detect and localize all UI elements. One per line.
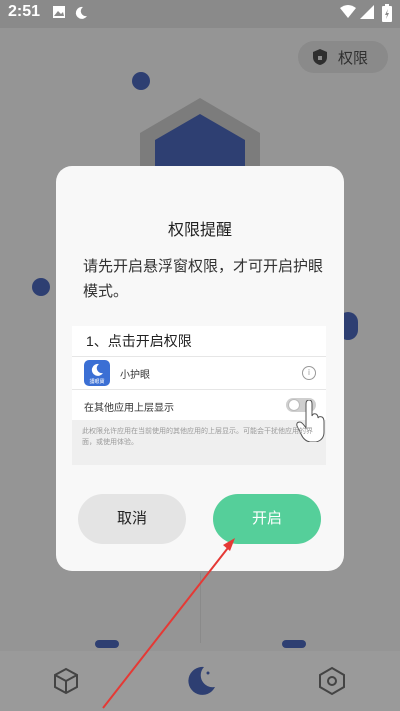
moon-icon: [91, 363, 103, 376]
decor-dot: [95, 640, 119, 648]
permission-chip[interactable]: 权限: [298, 41, 388, 73]
bottom-nav: [0, 651, 400, 711]
demo-app-row: 護眼寶 小护眼 i: [72, 356, 326, 389]
battery-icon: [382, 4, 392, 22]
permission-demo-image: 1、点击开启权限 護眼寶 小护眼 i 在其他应用上层显示 此权限允许应用在当前使…: [72, 326, 326, 465]
moon-icon: [75, 6, 87, 19]
demo-description: 此权限允许应用在当前使用的其他应用的上层显示。可能会干扰他应用的界面，或使用体验…: [82, 427, 313, 446]
moon-nav-icon[interactable]: [182, 663, 218, 699]
status-time: 2:51: [8, 3, 41, 20]
demo-toggle-label: 在其他应用上层显示: [84, 403, 174, 414]
decor-dot: [32, 278, 50, 296]
signal-icon: [360, 5, 374, 19]
shield-icon: [313, 49, 327, 65]
cube-icon[interactable]: [48, 663, 84, 699]
permission-chip-label: 权限: [338, 50, 369, 67]
dialog-message: 请先开启悬浮窗权限，才可开启护眼模式。: [83, 258, 324, 300]
divider-line: [200, 573, 201, 643]
step-label: 1、点击开启权限: [72, 326, 326, 356]
decor-dot: [132, 72, 150, 90]
app-icon: 護眼寶: [84, 360, 110, 386]
dialog-title: 权限提醒: [167, 222, 232, 239]
decor-dot: [282, 640, 306, 648]
status-bar: 2:51: [0, 0, 400, 28]
wifi-icon: [340, 5, 356, 18]
cancel-button[interactable]: 取消: [78, 494, 186, 544]
image-icon: [53, 6, 65, 18]
permission-dialog: 权限提醒 请先开启悬浮窗权限，才可开启护眼模式。 1、点击开启权限 護眼寶 小护…: [56, 166, 344, 571]
hexagon-settings-icon[interactable]: [314, 663, 350, 699]
enable-button[interactable]: 开启: [213, 494, 321, 544]
demo-app-name: 小护眼: [120, 370, 150, 381]
demo-toggle-row: 在其他应用上层显示: [72, 389, 326, 420]
app-icon-caption: 護眼寶: [89, 379, 105, 385]
info-icon: i: [302, 366, 316, 380]
